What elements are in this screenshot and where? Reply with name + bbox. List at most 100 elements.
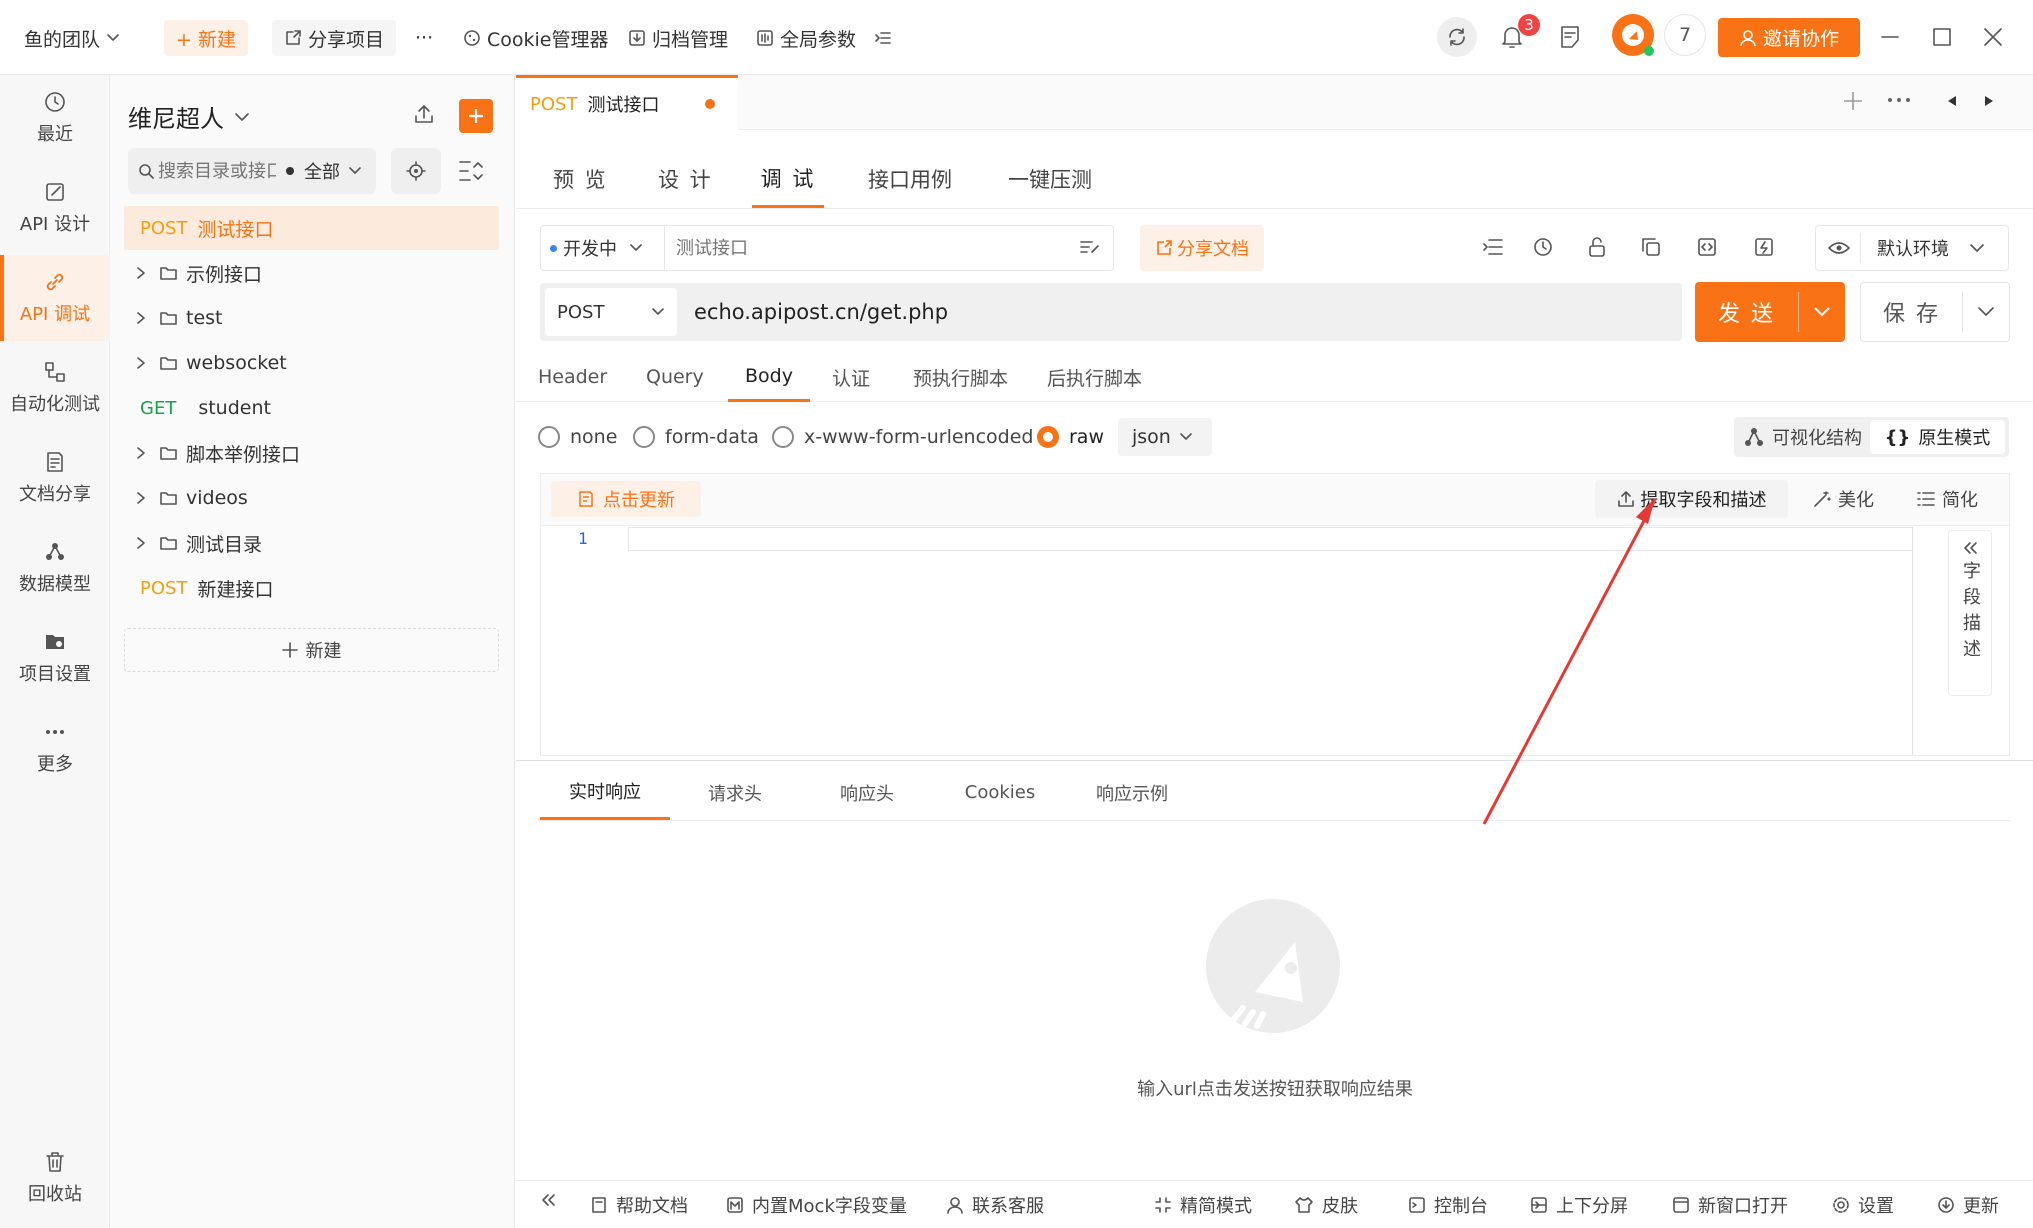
resp-tab-live[interactable]: 实时响应 [540, 765, 670, 820]
notification-button[interactable]: 3 [1500, 14, 1540, 50]
tree-folder[interactable]: 测试目录 [124, 521, 499, 565]
save-button[interactable]: 保 存 [1861, 296, 1962, 328]
editor-scrollbar[interactable] [1912, 527, 1913, 755]
skin-button[interactable]: 皮肤 [1294, 1188, 1358, 1222]
send-button[interactable]: 发 送 [1695, 296, 1798, 328]
tree-item-api[interactable]: POST 新建接口 [124, 566, 499, 610]
splitter[interactable] [516, 760, 2033, 761]
rail-item-api-debug[interactable]: API 调试 [0, 255, 110, 341]
contact-support-button[interactable]: 联系客服 [946, 1188, 1044, 1222]
method-select[interactable]: POST [545, 288, 677, 336]
close-button[interactable] [1983, 27, 2003, 47]
tab-query[interactable]: Query [646, 352, 704, 402]
project-selector[interactable]: 维尼超人 [128, 99, 250, 134]
share-doc-button[interactable]: 分享文档 [1140, 225, 1264, 271]
subnav-stress-test[interactable]: 一键压测 [1008, 150, 1092, 208]
resp-tab-examples[interactable]: 响应示例 [1077, 765, 1187, 820]
minimize-button[interactable] [1880, 27, 1900, 47]
format-select[interactable]: json [1118, 418, 1212, 456]
copy-button[interactable] [1641, 237, 1661, 257]
rail-item-project-settings[interactable]: 项目设置 [0, 615, 110, 701]
filter-select[interactable]: 全部 [304, 158, 340, 184]
history-button[interactable] [1533, 237, 1553, 257]
tab-auth[interactable]: 认证 [832, 352, 870, 402]
resp-tab-resp-headers[interactable]: 响应头 [812, 765, 922, 820]
new-item-button[interactable]: 新建 [124, 628, 499, 672]
rail-item-doc-share[interactable]: 文档分享 [0, 435, 110, 521]
share-project-button[interactable]: 分享项目 [272, 20, 397, 56]
more-menu-button[interactable]: ··· [415, 20, 433, 56]
split-screen-button[interactable]: 上下分屏 [1530, 1188, 1628, 1222]
compact-mode-button[interactable]: 精简模式 [1154, 1188, 1252, 1222]
flash-button[interactable] [1754, 237, 1774, 257]
add-button[interactable] [459, 99, 493, 133]
body-type-none[interactable]: none [538, 422, 617, 452]
mode-visual-button[interactable]: 可视化结构 [1744, 422, 1862, 452]
notes-button[interactable] [1559, 25, 1581, 49]
avatar[interactable] [1612, 14, 1654, 56]
maximize-button[interactable] [1932, 27, 1952, 47]
sync-button[interactable] [1437, 17, 1477, 57]
tab-next-button[interactable] [1982, 94, 1996, 108]
tree-folder[interactable]: test [124, 296, 499, 340]
rail-item-automation[interactable]: 自动化测试 [0, 345, 110, 431]
subnav-cases[interactable]: 接口用例 [868, 150, 952, 208]
tree-folder[interactable]: videos [124, 476, 499, 520]
collapse-sidebar-button[interactable] [540, 1193, 556, 1207]
body-type-raw[interactable]: raw [1037, 422, 1104, 452]
simplify-button[interactable]: 简化 [1916, 484, 1978, 514]
import-button[interactable] [412, 102, 436, 126]
rail-item-more[interactable]: 更多 [0, 705, 110, 791]
subnav-preview[interactable]: 预 览 [553, 150, 608, 208]
search-input[interactable] [158, 160, 276, 182]
refresh-button[interactable]: 点击更新 [551, 481, 701, 517]
radio-urlencoded[interactable] [772, 426, 794, 448]
collapse-all-button[interactable] [458, 159, 484, 183]
settings-button[interactable]: 设置 [1832, 1188, 1894, 1222]
rail-item-trash[interactable]: 回收站 [0, 1135, 110, 1221]
tree-folder[interactable]: 示例接口 [124, 251, 499, 295]
url-input[interactable] [694, 292, 1664, 332]
tab-pre-script[interactable]: 预执行脚本 [913, 352, 1008, 402]
save-options-button[interactable] [1963, 306, 2009, 318]
status-select[interactable]: 开发中 [550, 233, 643, 263]
tab-prev-button[interactable] [1945, 94, 1959, 108]
new-button[interactable]: + 新建 [164, 20, 248, 56]
outline-button[interactable] [1482, 237, 1504, 257]
rail-item-data-model[interactable]: 数据模型 [0, 525, 110, 611]
resp-tab-cookies[interactable]: Cookies [945, 765, 1055, 820]
mock-fields-button[interactable]: 内置Mock字段变量 [726, 1188, 907, 1222]
extract-fields-button[interactable]: 提取字段和描述 [1595, 480, 1788, 518]
api-name-input[interactable] [676, 233, 1066, 263]
search-box[interactable]: 全部 [128, 148, 376, 194]
help-docs-button[interactable]: 帮助文档 [590, 1188, 688, 1222]
new-window-button[interactable]: 新窗口打开 [1672, 1188, 1788, 1222]
tab-post-script[interactable]: 后执行脚本 [1047, 352, 1142, 402]
tree-folder[interactable]: websocket [124, 341, 499, 385]
subnav-design[interactable]: 设 计 [658, 150, 713, 208]
member-count[interactable]: 7 [1664, 14, 1706, 56]
invite-button[interactable]: 邀请协作 [1718, 18, 1860, 57]
tree-item-api[interactable]: GET student [124, 386, 499, 430]
radio-raw[interactable] [1037, 426, 1059, 448]
body-type-urlencoded[interactable]: x-www-form-urlencoded [772, 422, 1033, 452]
resp-tab-req-headers[interactable]: 请求头 [680, 765, 790, 820]
edit-desc-button[interactable] [1080, 238, 1100, 256]
send-options-button[interactable] [1799, 306, 1845, 318]
rail-item-recent[interactable]: 最近 [0, 75, 110, 161]
team-selector[interactable]: 鱼的团队 [24, 20, 120, 56]
env-selector[interactable]: 默认环境 [1815, 225, 2009, 271]
mode-raw-button[interactable]: {} 原生模式 [1870, 420, 2005, 454]
tab-more-button[interactable] [1886, 92, 1912, 108]
rail-item-api-design[interactable]: API 设计 [0, 165, 110, 251]
locate-button[interactable] [391, 148, 441, 194]
subnav-debug[interactable]: 调 试 [752, 150, 824, 208]
add-tab-button[interactable] [1842, 90, 1864, 112]
tree-item-api[interactable]: POST 测试接口 [124, 206, 499, 250]
code-editor[interactable] [628, 527, 1913, 755]
field-desc-panel-toggle[interactable]: 字段描述 [1948, 530, 1992, 696]
lock-button[interactable] [1587, 236, 1607, 258]
tree-folder[interactable]: 脚本举例接口 [124, 431, 499, 475]
tab-body[interactable]: Body [728, 352, 810, 402]
tab-test-api[interactable]: POST 测试接口 [516, 75, 738, 130]
